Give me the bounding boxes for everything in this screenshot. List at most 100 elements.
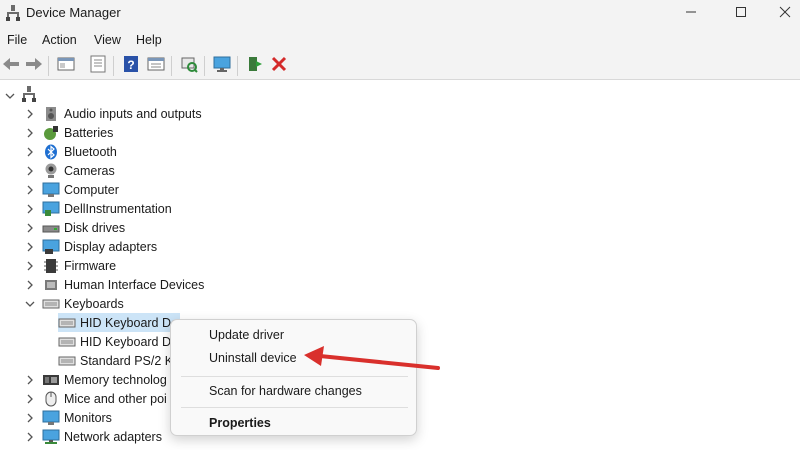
title-bar: Device Manager [0, 0, 800, 28]
chevron-right-icon[interactable] [24, 374, 36, 386]
tree-item-label: Human Interface Devices [64, 277, 205, 292]
menu-separator [181, 376, 408, 377]
back-button[interactable] [0, 55, 22, 77]
hid-icon [42, 277, 60, 293]
toolbar-separator [48, 56, 49, 76]
tree-item-label: Batteries [64, 125, 114, 140]
toolbar-separator [237, 56, 238, 76]
monitor-button[interactable] [211, 55, 233, 77]
toolbar-separator [113, 56, 114, 76]
tree-item-label: Disk drives [64, 220, 126, 235]
tree-item-label: Standard PS/2 K [80, 353, 174, 368]
close-button[interactable] [762, 0, 800, 28]
menu-help[interactable]: Help [136, 33, 162, 47]
tree-item-label: Network adapters [64, 429, 162, 444]
tree-item-keyboards[interactable]: Keyboards [24, 294, 124, 313]
firmware-icon [42, 258, 60, 274]
tree-item-label: Memory technolog [64, 372, 167, 387]
bluetooth-icon [42, 144, 60, 160]
enable-device-button[interactable] [244, 55, 266, 77]
tree-item-label: HID Keyboard D [80, 334, 172, 349]
chevron-right-icon[interactable] [24, 260, 36, 272]
tree-root[interactable] [4, 85, 36, 105]
chevron-right-icon[interactable] [24, 127, 36, 139]
details-view-button[interactable] [145, 55, 167, 77]
forward-arrow-icon [25, 57, 43, 76]
monitor-icon [42, 410, 60, 426]
tree-item-label: Monitors [64, 410, 112, 425]
tree-item-cameras[interactable]: Cameras [24, 161, 115, 180]
tree-item-network[interactable]: Network adapters [24, 427, 162, 446]
toolbar-separator [204, 56, 205, 76]
chevron-right-icon[interactable] [24, 431, 36, 443]
tree-item-label: Mice and other poi [64, 391, 167, 406]
list-view-button[interactable] [87, 55, 109, 77]
tree-item-disk-drives[interactable]: Disk drives [24, 218, 125, 237]
memory-icon [42, 372, 60, 388]
chevron-right-icon[interactable] [24, 203, 36, 215]
chevron-right-icon[interactable] [24, 393, 36, 405]
tree-item-dellinstrumentation[interactable]: DellInstrumentation [24, 199, 172, 218]
forward-button[interactable] [23, 55, 45, 77]
properties-pane-button[interactable] [55, 55, 77, 77]
chevron-down-icon[interactable] [4, 90, 16, 102]
chevron-down-icon[interactable] [24, 298, 36, 310]
tree-item-bluetooth[interactable]: Bluetooth [24, 142, 117, 161]
chevron-right-icon[interactable] [24, 222, 36, 234]
tree-item-label: Bluetooth [64, 144, 117, 159]
tree-item-hid-keyboard-1[interactable]: HID Keyboard De [58, 313, 180, 332]
menu-view[interactable]: View [94, 33, 121, 47]
back-arrow-icon [2, 57, 20, 76]
chevron-right-icon[interactable] [24, 108, 36, 120]
tree-item-memory[interactable]: Memory technolog [24, 370, 167, 389]
scan-hardware-button[interactable] [178, 55, 200, 77]
tree-item-label: Keyboards [64, 296, 124, 311]
camera-icon [42, 163, 60, 179]
tree-item-display-adapters[interactable]: Display adapters [24, 237, 157, 256]
tree-item-label: Display adapters [64, 239, 158, 254]
menu-item-properties[interactable]: Properties [209, 416, 271, 430]
tree-item-label: DellInstrumentation [64, 201, 172, 216]
enable-device-icon [246, 55, 264, 78]
chevron-right-icon[interactable] [24, 165, 36, 177]
tree-item-label: Cameras [64, 163, 115, 178]
chevron-right-icon[interactable] [24, 241, 36, 253]
minimize-icon [685, 5, 697, 23]
chevron-right-icon[interactable] [24, 279, 36, 291]
tree-item-batteries[interactable]: Batteries [24, 123, 113, 142]
keyboard-icon [58, 334, 76, 350]
tree-item-hid-keyboard-2[interactable]: HID Keyboard D [58, 332, 171, 351]
chevron-right-icon[interactable] [24, 146, 36, 158]
help-button[interactable]: ? [120, 55, 142, 77]
uninstall-device-button[interactable] [268, 55, 290, 77]
tree-item-audio[interactable]: Audio inputs and outputs [24, 104, 202, 123]
tree-item-firmware[interactable]: Firmware [24, 256, 116, 275]
device-manager-app-icon [6, 5, 20, 21]
menu-item-uninstall-device[interactable]: Uninstall device [209, 351, 297, 365]
menu-file[interactable]: File [7, 33, 27, 47]
menu-item-scan-hardware[interactable]: Scan for hardware changes [209, 384, 362, 398]
details-view-icon [147, 56, 165, 77]
chevron-right-icon[interactable] [24, 184, 36, 196]
tree-item-label: Audio inputs and outputs [64, 106, 202, 121]
toolbar: ? [0, 52, 800, 80]
tree-item-label: Firmware [64, 258, 117, 273]
context-menu: Update driver Uninstall device Scan for … [170, 319, 417, 436]
toolbar-separator [171, 56, 172, 76]
menu-action[interactable]: Action [42, 33, 77, 47]
minimize-button[interactable] [668, 0, 714, 28]
scan-hardware-icon [180, 55, 198, 78]
maximize-button[interactable] [718, 0, 764, 28]
chevron-right-icon[interactable] [24, 412, 36, 424]
properties-pane-icon [57, 56, 75, 77]
tree-item-monitors[interactable]: Monitors [24, 408, 112, 427]
uninstall-x-icon [271, 56, 287, 77]
window-title: Device Manager [26, 5, 121, 20]
tree-item-hid[interactable]: Human Interface Devices [24, 275, 204, 294]
tree-item-ps2-keyboard[interactable]: Standard PS/2 K [58, 351, 173, 370]
tree-item-mice[interactable]: Mice and other poi [24, 389, 167, 408]
menu-bar: File Action View Help [0, 28, 800, 52]
tree-item-computer[interactable]: Computer [24, 180, 119, 199]
svg-text:?: ? [127, 58, 134, 72]
menu-item-update-driver[interactable]: Update driver [209, 328, 284, 342]
